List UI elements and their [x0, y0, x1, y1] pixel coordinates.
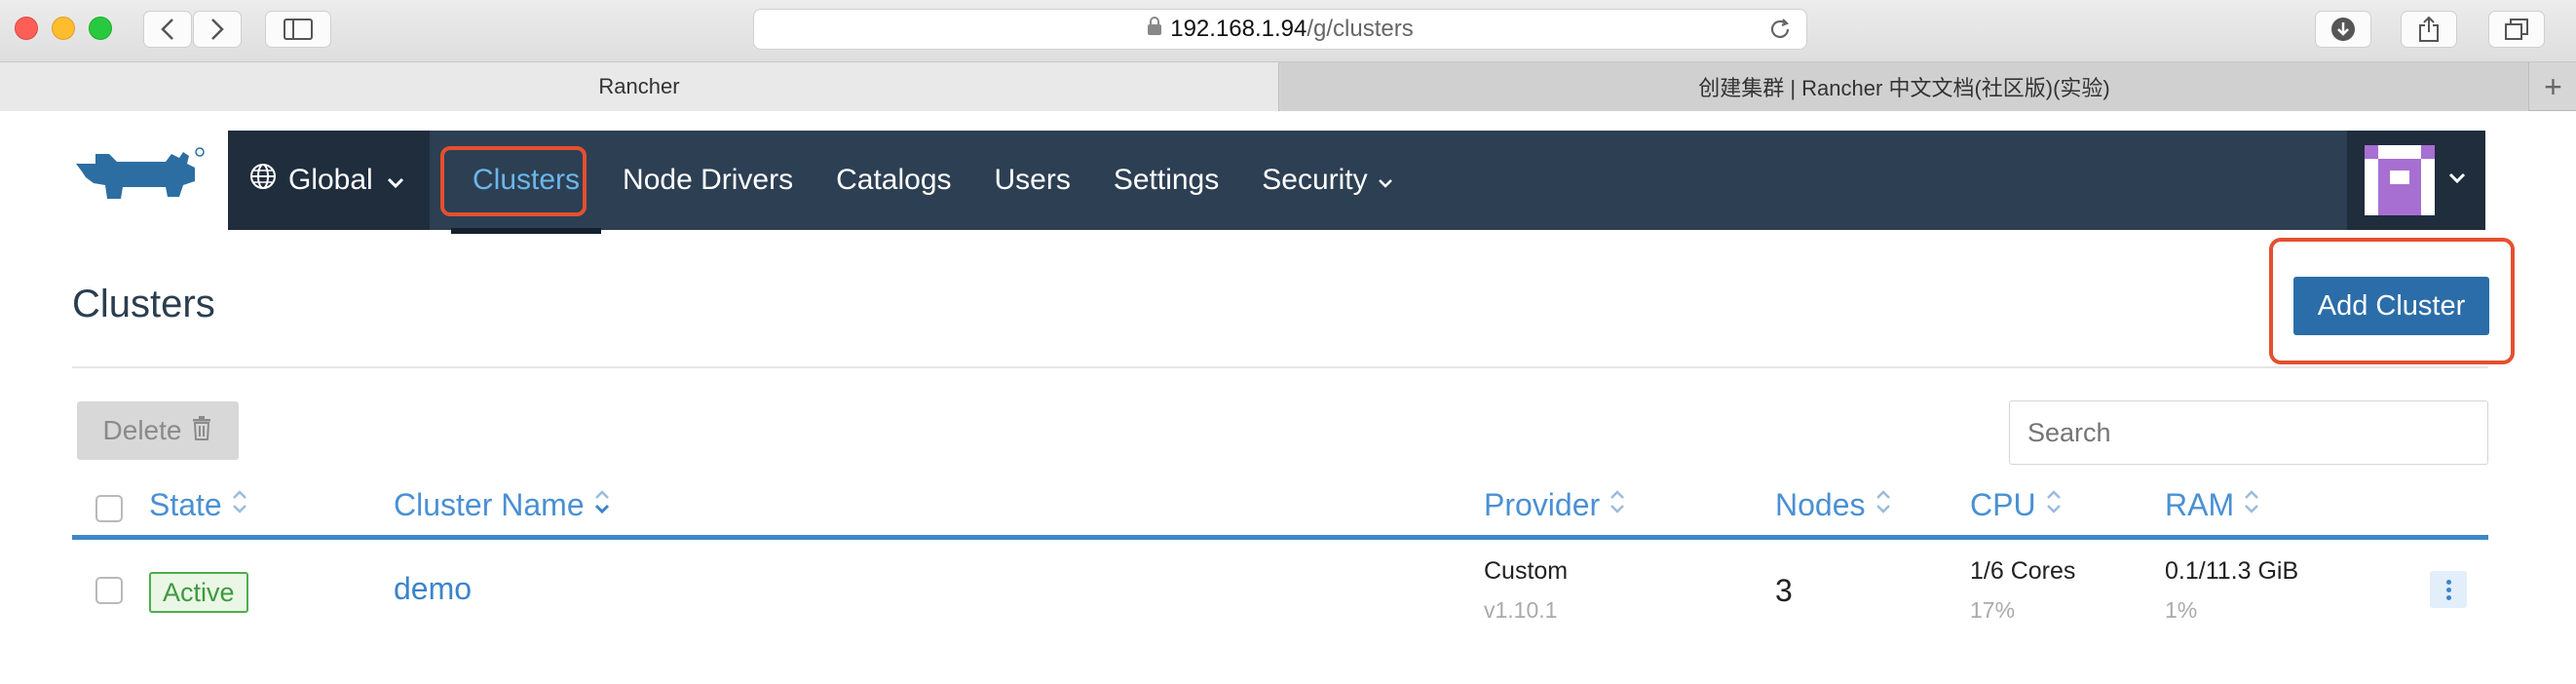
column-header-ram[interactable]: RAM [2165, 487, 2259, 523]
status-badge: Active [149, 572, 248, 613]
nav-item-label: Users [994, 164, 1071, 196]
address-bar[interactable]: 192.168.1.94/g/clusters [753, 9, 1807, 50]
sort-icon [1875, 487, 1891, 523]
node-count: 3 [1775, 573, 1793, 608]
close-window-button[interactable] [15, 17, 38, 40]
browser-chrome: 192.168.1.94/g/clusters Rancher 创建集群 | R… [0, 0, 2576, 111]
column-header-label: Provider [1484, 487, 1601, 522]
nav-item-node-drivers[interactable]: Node Drivers [601, 131, 814, 230]
table-row: Active demo Custom v1.10.1 3 1/6 Cores 1… [72, 546, 2488, 643]
row-checkbox[interactable] [95, 577, 123, 604]
cpu-percent: 17% [1970, 597, 2016, 623]
column-header-provider[interactable]: Provider [1484, 487, 1625, 523]
new-tab-button[interactable]: + [2530, 62, 2576, 111]
browser-tab-title: 创建集群 | Rancher 中文文档(社区版)(实验) [1698, 76, 2110, 100]
minimize-window-button[interactable] [52, 17, 75, 40]
column-header-state[interactable]: State [149, 487, 247, 523]
browser-toolbar: 192.168.1.94/g/clusters [0, 0, 2576, 62]
select-all-checkbox[interactable] [95, 495, 123, 522]
header-underline [72, 535, 2488, 540]
sidebar-button[interactable] [265, 11, 331, 48]
browser-tab-rancher[interactable]: Rancher [0, 62, 1279, 111]
nav-item-label: Node Drivers [623, 164, 794, 196]
browser-tab-docs[interactable]: 创建集群 | Rancher 中文文档(社区版)(实验) [1280, 62, 2529, 111]
delete-button[interactable]: Delete [77, 401, 239, 460]
sort-icon [232, 487, 247, 523]
nav-item-label: Catalogs [836, 164, 952, 196]
show-tabs-button[interactable] [2488, 11, 2545, 48]
url-host: 192.168.1.94 [1170, 16, 1307, 42]
cluster-name-link[interactable]: demo [394, 571, 472, 607]
table-header: State Cluster Name Provider Nodes CPU RA… [72, 477, 2488, 540]
reload-icon[interactable] [1767, 17, 1793, 49]
forward-icon [211, 19, 224, 40]
chevron-down-icon [1378, 164, 1393, 197]
nav-item-users[interactable]: Users [973, 131, 1092, 230]
delete-label: Delete [102, 415, 182, 445]
nav-item-security[interactable]: Security [1240, 131, 1414, 230]
chevron-down-icon [387, 164, 404, 197]
column-header-label: Cluster Name [394, 487, 585, 522]
download-icon [2331, 18, 2355, 41]
avatar [2365, 145, 2435, 215]
downloads-button[interactable] [2315, 11, 2371, 48]
browser-tab-title: Rancher [598, 74, 680, 98]
page-title: Clusters [72, 283, 215, 325]
chevron-down-icon [2448, 171, 2466, 189]
sort-icon [2046, 487, 2062, 523]
row-actions-kebab-icon[interactable] [2430, 571, 2467, 608]
highlight-box-clusters [440, 146, 587, 216]
sort-icon [594, 487, 610, 523]
sort-icon [1610, 487, 1625, 523]
zoom-window-button[interactable] [89, 17, 112, 40]
global-label: Global [288, 164, 373, 196]
column-header-nodes[interactable]: Nodes [1775, 487, 1891, 523]
nav-item-settings[interactable]: Settings [1092, 131, 1240, 230]
back-icon [161, 19, 173, 40]
url-path: /g/clusters [1307, 16, 1414, 42]
share-button[interactable] [2401, 11, 2457, 48]
trash-icon [191, 415, 212, 447]
cpu-usage: 1/6 Cores [1970, 557, 2076, 585]
search-input[interactable] [2009, 400, 2488, 465]
column-header-label: RAM [2165, 487, 2235, 522]
column-header-label: Nodes [1775, 487, 1866, 522]
rancher-logo[interactable] [70, 142, 207, 215]
global-scope-switcher[interactable]: Global [228, 131, 430, 230]
sort-icon [2244, 487, 2259, 523]
tabs-icon [2505, 19, 2528, 40]
user-menu[interactable] [2347, 131, 2485, 230]
browser-tab-strip: Rancher 创建集群 | Rancher 中文文档(社区版)(实验) + [0, 62, 2576, 111]
forward-button[interactable] [193, 11, 242, 48]
nav-item-label: Security [1262, 164, 1368, 196]
nav-item-label: Settings [1113, 164, 1220, 196]
back-button[interactable] [143, 11, 192, 48]
provider-name: Custom [1484, 557, 1569, 585]
column-header-cpu[interactable]: CPU [1970, 487, 2062, 523]
lock-icon [1147, 16, 1162, 43]
ram-percent: 1% [2165, 597, 2198, 623]
add-cluster-button[interactable]: Add Cluster [2293, 277, 2489, 335]
globe-icon [249, 163, 277, 198]
sidebar-icon [284, 19, 313, 40]
column-header-cluster-name[interactable]: Cluster Name [394, 487, 610, 523]
divider [72, 366, 2488, 368]
ram-usage: 0.1/11.3 GiB [2165, 557, 2299, 585]
column-header-label: CPU [1970, 487, 2036, 522]
column-header-label: State [149, 487, 222, 522]
provider-version: v1.10.1 [1484, 597, 1558, 623]
nav-item-catalogs[interactable]: Catalogs [814, 131, 972, 230]
share-icon [2419, 16, 2439, 42]
